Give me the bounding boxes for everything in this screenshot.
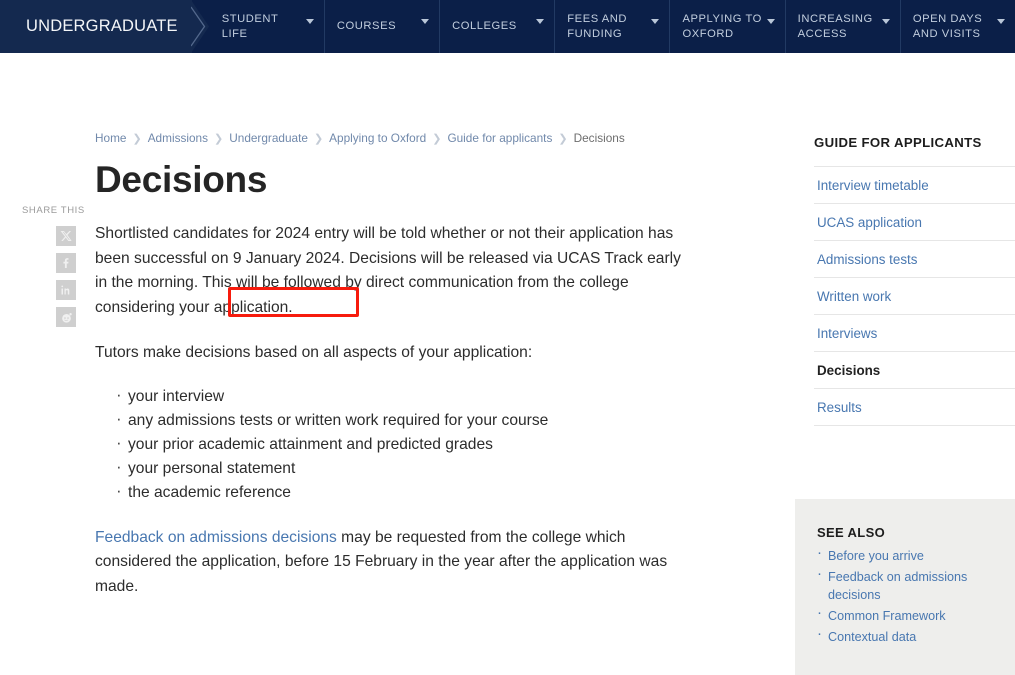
- sidebar-item-interview-timetable[interactable]: Interview timetable: [814, 166, 1015, 203]
- list-item: your personal statement: [95, 455, 695, 481]
- breadcrumb-item-applying-to-oxford[interactable]: Applying to Oxford: [329, 131, 426, 145]
- sidebar-item-results[interactable]: Results: [814, 388, 1015, 426]
- chevron-down-icon[interactable]: [651, 19, 660, 24]
- decision-factors-list: your interviewany admissions tests or wr…: [95, 383, 695, 505]
- chevron-down-icon[interactable]: [766, 19, 775, 24]
- see-also-box: SEE ALSO Before you arrive Feedback on ad…: [795, 499, 1015, 675]
- list-item: Common Framework: [817, 604, 997, 625]
- x-twitter-icon[interactable]: [56, 226, 76, 246]
- nav-item-label: FEES AND FUNDING: [567, 13, 628, 40]
- breadcrumb-separator-icon: ❯: [214, 133, 224, 145]
- brand-label: UNDERGRADUATE: [26, 17, 178, 35]
- list-item: the academic reference: [95, 479, 695, 505]
- paragraph-decision-date: Shortlisted candidates for 2024 entry wi…: [95, 222, 695, 320]
- list-item: any admissions tests or written work req…: [95, 407, 695, 433]
- nav-item-label: COLLEGES: [452, 20, 517, 33]
- breadcrumb-separator-icon: ❯: [313, 133, 324, 145]
- list-item: Feedback on admissions decisions: [817, 565, 997, 604]
- chevron-down-icon[interactable]: [305, 19, 314, 24]
- chevron-down-icon[interactable]: [997, 19, 1006, 24]
- paragraph-feedback: Feedback on admissions decisions may be …: [95, 526, 695, 600]
- see-also-link-feedback-on-admissions-decisions[interactable]: Feedback on admissions decisions: [828, 570, 967, 602]
- breadcrumb-item-undergraduate[interactable]: Undergraduate: [229, 131, 308, 145]
- see-also-heading: SEE ALSO: [817, 525, 886, 540]
- breadcrumb: Home ❯ Admissions ❯ Undergraduate ❯ Applying t…: [95, 131, 695, 146]
- feedback-on-admissions-decisions-link[interactable]: Feedback on admissions decisions: [95, 529, 337, 546]
- page-title: Decisions: [95, 159, 268, 200]
- nav-item-student-life[interactable]: STUDENT LIFE: [210, 0, 324, 53]
- nav-item-label: STUDENT LIFE: [221, 13, 279, 40]
- sidebar-heading: GUIDE FOR APPLICANTS: [814, 135, 982, 150]
- breadcrumb-item-home[interactable]: Home: [95, 131, 126, 145]
- see-also-links: Before you arrive Feedback on admissions …: [817, 544, 997, 646]
- paragraph-tutors-intro: Tutors make decisions based on all aspec…: [95, 344, 533, 361]
- nav-item-courses[interactable]: COURSES: [323, 0, 439, 53]
- nav-item-label: APPLYING TO OXFORD: [682, 13, 762, 40]
- breadcrumb-separator-icon: ❯: [558, 133, 568, 145]
- see-also-link-contextual-data[interactable]: Contextual data: [828, 630, 916, 644]
- list-item: Before you arrive: [817, 544, 997, 565]
- nav-item-label: INCREASING ACCESS: [797, 13, 873, 40]
- share-this-rail: SHARE THIS: [22, 205, 85, 334]
- breadcrumb-separator-icon: ❯: [132, 133, 142, 145]
- share-icon-list: [56, 226, 82, 327]
- nav-item-open-days-and-visits[interactable]: OPEN DAYS AND VISITS: [899, 0, 1015, 53]
- linkedin-icon[interactable]: [56, 280, 76, 300]
- breadcrumb-item-decisions: Decisions: [573, 131, 625, 145]
- page-body: SHARE THIS Home ❯ Admissions ❯ Undergrad…: [0, 53, 1015, 675]
- chevron-down-icon[interactable]: [881, 19, 890, 24]
- nav-item-applying-to-oxford[interactable]: APPLYING TO OXFORD: [669, 0, 784, 53]
- breadcrumb-separator-icon: ❯: [432, 133, 442, 145]
- nav-items: STUDENT LIFE COURSES COLLEGES FEES AND FUND…: [192, 0, 1015, 53]
- highlighted-date-text: on 9 January 2024.: [211, 249, 345, 267]
- sidebar-item-admissions-tests[interactable]: Admissions tests: [814, 240, 1015, 277]
- breadcrumb-item-guide-for-applicants[interactable]: Guide for applicants: [447, 131, 552, 145]
- share-this-label: SHARE THIS: [22, 205, 85, 216]
- facebook-icon[interactable]: [56, 253, 76, 273]
- nav-item-fees-and-funding[interactable]: FEES AND FUNDING: [554, 0, 669, 53]
- breadcrumb-item-admissions[interactable]: Admissions: [148, 131, 208, 145]
- list-item: your prior academic attainment and predi…: [95, 431, 695, 457]
- see-also-link-before-you-arrive[interactable]: Before you arrive: [828, 549, 924, 563]
- chevron-down-icon[interactable]: [536, 19, 545, 24]
- sidebar-item-ucas-application[interactable]: UCAS application: [814, 203, 1015, 240]
- guide-for-applicants-sidebar: GUIDE FOR APPLICANTS Interview timetable…: [814, 135, 1015, 426]
- list-item: Contextual data: [817, 625, 997, 646]
- nav-item-increasing-access[interactable]: INCREASING ACCESS: [784, 0, 900, 53]
- chevron-down-icon[interactable]: [421, 19, 430, 24]
- nav-item-label: COURSES: [336, 20, 397, 33]
- main-content: Home ❯ Admissions ❯ Undergraduate ❯ Applying t…: [95, 53, 695, 599]
- see-also-link-common-framework[interactable]: Common Framework: [828, 609, 946, 623]
- sidebar-links: Interview timetable UCAS application Admis…: [814, 166, 1015, 426]
- nav-item-label: OPEN DAYS AND VISITS: [912, 13, 983, 40]
- list-item: your interview: [95, 383, 695, 409]
- sidebar-item-interviews[interactable]: Interviews: [814, 314, 1015, 351]
- sidebar-item-decisions: Decisions: [814, 351, 1015, 388]
- reddit-icon[interactable]: [56, 307, 76, 327]
- sidebar-item-written-work[interactable]: Written work: [814, 277, 1015, 314]
- nav-item-colleges[interactable]: COLLEGES: [439, 0, 554, 53]
- brand-undergraduate[interactable]: UNDERGRADUATE: [0, 0, 209, 53]
- top-navigation-bar: UNDERGRADUATE STUDENT LIFE COURSES COLLEGE…: [0, 0, 1015, 53]
